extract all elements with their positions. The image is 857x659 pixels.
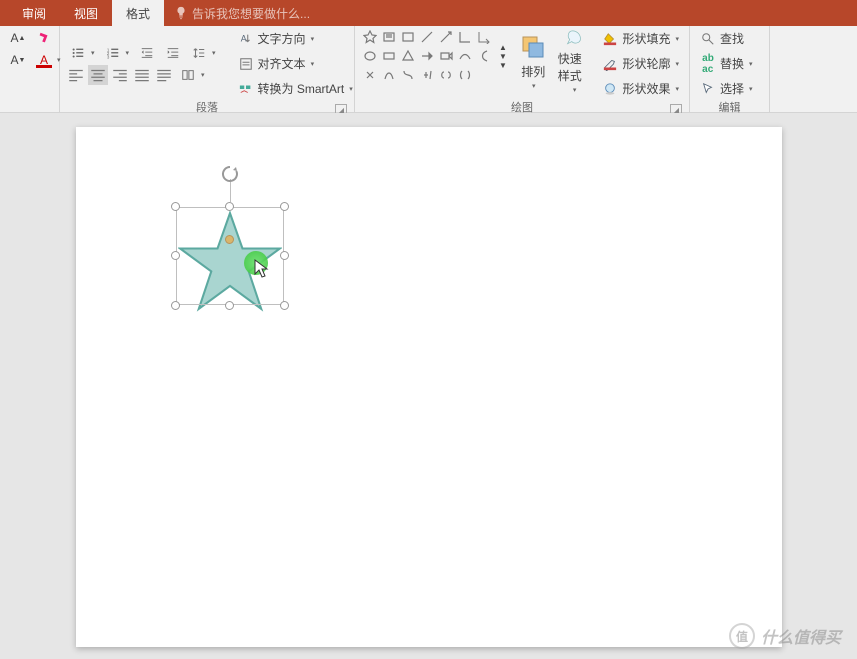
align-text[interactable]: 对齐文本▾: [234, 53, 357, 74]
shapes-scroll-up[interactable]: ▲: [497, 43, 509, 52]
tell-me-search[interactable]: 告诉我您想要做什么...: [174, 5, 310, 22]
resize-handle-mr[interactable]: [280, 251, 289, 260]
quick-styles-button[interactable]: 快速样式▾: [558, 28, 591, 94]
selected-shape-star[interactable]: [176, 207, 284, 305]
quick-styles-icon: [560, 28, 588, 48]
align-center[interactable]: [88, 65, 108, 85]
group-editing: 查找 abac替换▾ 选择▾ 编辑: [690, 26, 770, 112]
svg-text:A: A: [240, 33, 246, 43]
shape-effects[interactable]: 形状效果▾: [598, 78, 683, 99]
tab-bar: 审阅 视图 格式 告诉我您想要做什么...: [0, 0, 857, 26]
selection-box: [176, 207, 284, 305]
resize-handle-ml[interactable]: [171, 251, 180, 260]
resize-handle-tr[interactable]: [280, 202, 289, 211]
indent-inc[interactable]: [161, 43, 185, 63]
font-size-inc[interactable]: A▲: [6, 28, 30, 48]
shape-outline[interactable]: 形状轮廓▾: [598, 53, 683, 74]
bullets[interactable]: ▾: [66, 43, 99, 63]
tab-review[interactable]: 审阅: [8, 0, 60, 26]
resize-handle-tc[interactable]: [225, 202, 234, 211]
watermark: 值 什么值得买: [729, 623, 841, 649]
svg-text:3: 3: [106, 54, 109, 59]
convert-smartart[interactable]: 转换为 SmartArt▾: [234, 78, 357, 99]
find-button[interactable]: 查找: [696, 28, 763, 49]
resize-handle-bc[interactable]: [225, 301, 234, 310]
shapes-scroll-down[interactable]: ▼: [497, 52, 509, 61]
font-size-dec[interactable]: A▼: [6, 50, 30, 70]
select-button[interactable]: 选择▾: [696, 78, 763, 99]
adjustment-handle[interactable]: [225, 235, 234, 244]
resize-handle-tl[interactable]: [171, 202, 180, 211]
shapes-gallery[interactable]: [361, 28, 493, 84]
shapes-more[interactable]: ▼: [497, 61, 509, 70]
replace-button[interactable]: abac替换▾: [696, 53, 763, 74]
cursor-icon: [254, 259, 270, 279]
resize-handle-bl[interactable]: [171, 301, 180, 310]
arrange-button[interactable]: 排列▾: [517, 28, 550, 94]
tab-format[interactable]: 格式: [112, 0, 164, 26]
resize-handle-br[interactable]: [280, 301, 289, 310]
ribbon: A▲ A▼ A▾ ▾ 123▾ ▾: [0, 26, 857, 113]
shape-fill[interactable]: 形状填充▾: [598, 28, 683, 49]
group-drawing: ▲ ▼ ▼ 排列▾ 快速样式▾ 形状填充▾ 形状轮廓▾ 形状效果▾ 绘图◢: [355, 26, 690, 112]
columns[interactable]: ▾: [176, 65, 209, 85]
watermark-icon: 值: [729, 623, 755, 649]
clear-format[interactable]: [32, 28, 56, 48]
slide[interactable]: [76, 127, 782, 647]
align-right[interactable]: [110, 65, 130, 85]
align-justify[interactable]: [132, 65, 152, 85]
tab-view[interactable]: 视图: [60, 0, 112, 26]
group-paragraph: ▾ 123▾ ▾ ▾ A文字方向▾ 对齐文本▾ 转换为: [60, 26, 355, 112]
group-font-fragment: A▲ A▼ A▾: [0, 26, 60, 112]
arrange-icon: [519, 33, 547, 61]
align-distribute[interactable]: [154, 65, 174, 85]
line-spacing[interactable]: ▾: [187, 43, 220, 63]
numbering[interactable]: 123▾: [101, 43, 134, 63]
indent-dec[interactable]: [135, 43, 159, 63]
slide-canvas-area: [0, 113, 857, 659]
align-left[interactable]: [66, 65, 86, 85]
text-direction[interactable]: A文字方向▾: [234, 28, 357, 49]
bulb-icon: [174, 6, 188, 20]
watermark-text: 什么值得买: [761, 624, 841, 648]
rotation-handle[interactable]: [221, 165, 239, 183]
